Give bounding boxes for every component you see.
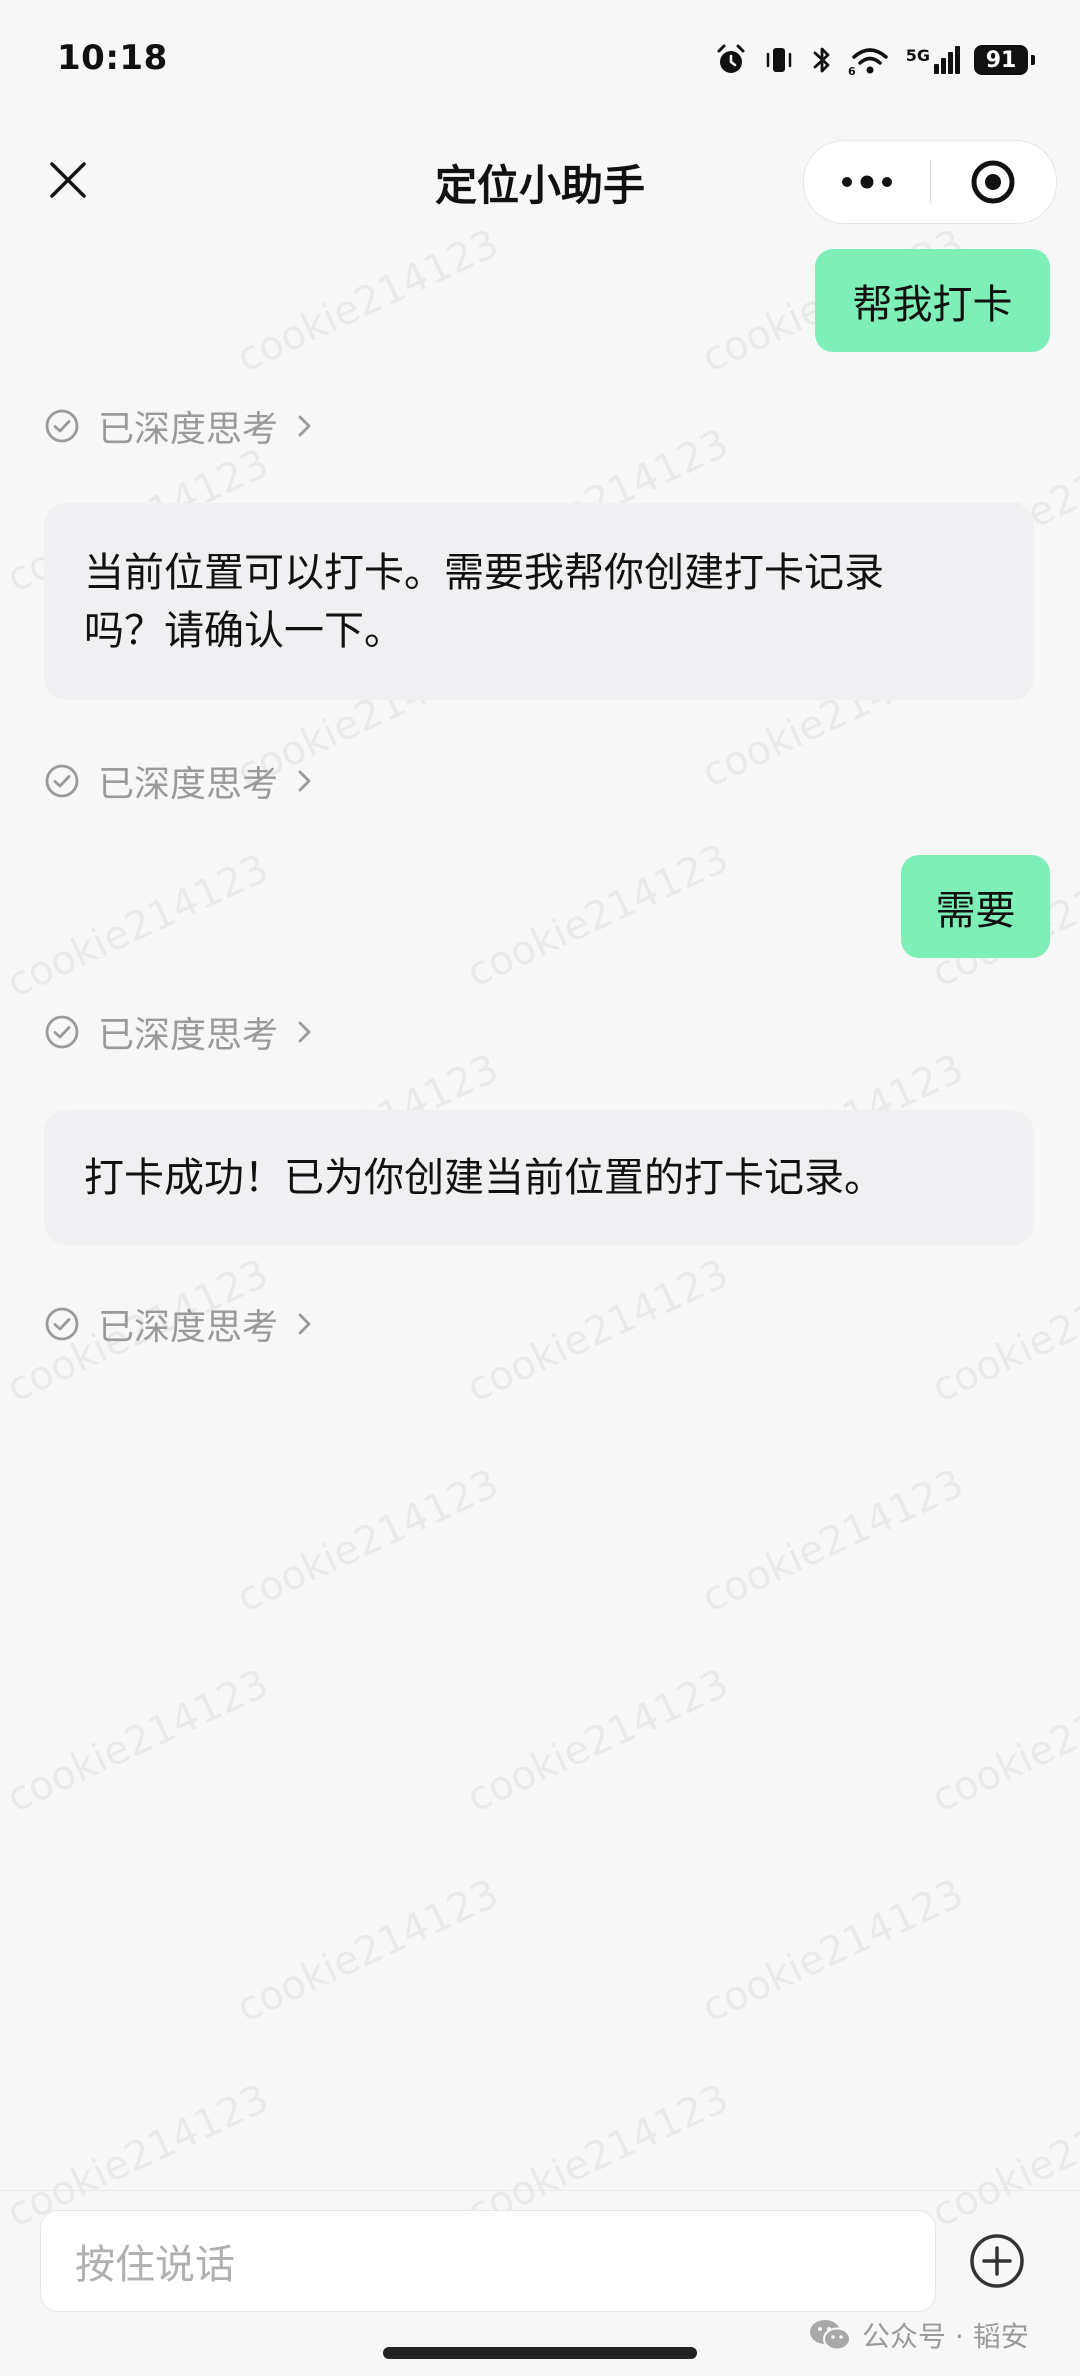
exit-button[interactable] — [931, 141, 1057, 223]
message-line: 吗？请确认一下。 — [84, 607, 404, 654]
check-circle-icon — [45, 764, 79, 798]
watermark: cookie214123 — [460, 835, 736, 997]
battery-level: 91 — [985, 47, 1017, 73]
watermark: cookie214123 — [460, 1250, 736, 1412]
plus-circle-icon — [970, 2234, 1024, 2288]
check-circle-icon — [45, 1015, 79, 1049]
vibrate-icon — [766, 48, 791, 72]
more-icon — [841, 175, 892, 189]
status-time: 10:18 — [57, 38, 168, 78]
signal-icon: 5G — [906, 46, 960, 74]
hold-to-talk-button[interactable]: 按住说话 — [40, 2210, 936, 2312]
watermark: cookie214123 — [230, 1460, 506, 1622]
watermark: cookie214123 — [460, 1660, 736, 1822]
watermark: cookie214123 — [925, 2075, 1080, 2237]
wifi-icon: 6 — [848, 48, 888, 77]
watermark: cookie214123 — [230, 220, 506, 382]
battery-icon: 91 — [974, 45, 1035, 75]
watermark: cookie214123 — [0, 1660, 276, 1822]
user-message: 需要 — [901, 855, 1050, 958]
bottom-divider — [0, 2190, 1080, 2191]
watermark: cookie214123 — [695, 1460, 971, 1622]
chevron-right-icon — [298, 770, 311, 792]
watermark: cookie214123 — [0, 845, 276, 1007]
chevron-right-icon — [298, 1313, 311, 1335]
chevron-right-icon — [298, 1021, 311, 1043]
thought-toggle[interactable]: 已深度思考 — [44, 1300, 314, 1348]
wechat-icon — [810, 2320, 851, 2351]
source-label: 公众号 · 韬安 — [862, 2320, 1029, 2353]
watermark: cookie214123 — [925, 1660, 1080, 1822]
alarm-icon — [717, 44, 745, 73]
thought-label: 已深度思考 — [98, 409, 279, 450]
target-icon — [971, 160, 1015, 204]
thought-toggle[interactable]: 已深度思考 — [44, 402, 314, 450]
user-message: 帮我打卡 — [815, 249, 1050, 352]
bluetooth-icon — [813, 47, 830, 73]
svg-text:6: 6 — [848, 65, 856, 77]
message-line: 当前位置可以打卡。需要我帮你创建打卡记录 — [84, 549, 884, 596]
home-indicator[interactable] — [383, 2347, 697, 2359]
thought-label: 已深度思考 — [98, 1015, 279, 1056]
status-icons: 6 5G 91 — [714, 40, 1035, 80]
chevron-right-icon — [298, 415, 311, 437]
watermark: cookie214123 — [230, 1870, 506, 2032]
thought-toggle[interactable]: 已深度思考 — [44, 1008, 314, 1056]
thought-toggle[interactable]: 已深度思考 — [44, 757, 314, 805]
voice-placeholder: 按住说话 — [75, 2242, 235, 2288]
assistant-message: 当前位置可以打卡。需要我帮你创建打卡记录 吗？请确认一下。 — [44, 503, 1034, 700]
source-watermark: 公众号 · 韬安 — [808, 2312, 1029, 2358]
check-circle-icon — [45, 1307, 79, 1341]
assistant-message: 打卡成功！已为你创建当前位置的打卡记录。 — [44, 1110, 1034, 1245]
mini-program-capsule — [803, 140, 1057, 224]
add-button[interactable] — [968, 2232, 1026, 2290]
watermark: cookie214123 — [695, 1870, 971, 2032]
check-circle-icon — [45, 409, 79, 443]
thought-label: 已深度思考 — [98, 1307, 279, 1348]
thought-label: 已深度思考 — [98, 764, 279, 805]
more-button[interactable] — [804, 141, 930, 223]
network-label: 5G — [905, 46, 930, 65]
message-line: 打卡成功！已为你创建当前位置的打卡记录。 — [84, 1154, 884, 1201]
watermark: cookie214123 — [925, 1250, 1080, 1412]
